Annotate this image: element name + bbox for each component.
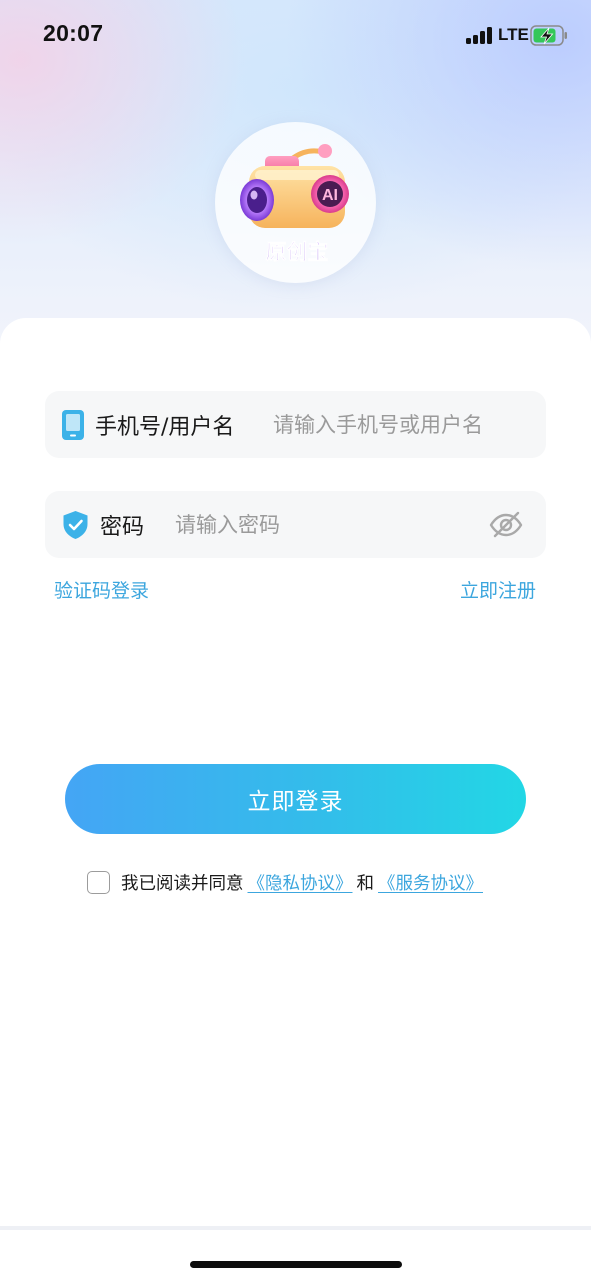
logo-badge-text: AI <box>322 187 338 204</box>
password-input[interactable] <box>175 506 475 543</box>
battery-charging-icon <box>530 25 567 46</box>
app-logo: AI 原创宝 <box>215 122 376 283</box>
sms-login-link[interactable]: 验证码登录 <box>54 576 149 603</box>
signal-icon <box>466 27 494 44</box>
privacy-policy-link[interactable]: 《隐私协议》 <box>248 870 353 895</box>
camera-logo-icon: AI 原创宝 <box>240 144 349 264</box>
status-bar: 20:07 LTE <box>0 0 591 70</box>
phone-icon <box>62 409 84 440</box>
phone-label: 手机号/用户名 <box>95 414 235 440</box>
agreement-row: 我已阅读并同意 《隐私协议》 和 《服务协议》 <box>87 869 483 896</box>
eye-off-icon[interactable] <box>488 510 524 540</box>
password-field[interactable]: 密码 <box>45 491 546 558</box>
agreement-prefix: 我已阅读并同意 <box>121 874 244 894</box>
logo-brand-text: 原创宝 <box>266 240 329 264</box>
service-agreement-link[interactable]: 《服务协议》 <box>378 870 483 895</box>
login-screen: 20:07 LTE AI 原创宝 手机号/用户名 请输入手机号或用户名 密码 验… <box>0 0 591 1280</box>
status-time: 20:07 <box>43 20 104 46</box>
register-link[interactable]: 立即注册 <box>460 576 536 603</box>
agreement-and: 和 <box>356 874 375 894</box>
network-type: LTE <box>498 25 529 44</box>
shield-check-icon <box>63 510 88 539</box>
agreement-checkbox[interactable] <box>87 871 110 894</box>
phone-field[interactable]: 手机号/用户名 <box>45 391 546 458</box>
password-label: 密码 <box>100 514 145 540</box>
login-button[interactable]: 立即登录 <box>65 764 526 834</box>
bottom-divider <box>0 1226 591 1230</box>
phone-input[interactable] <box>273 406 528 443</box>
home-indicator[interactable] <box>190 1261 402 1268</box>
